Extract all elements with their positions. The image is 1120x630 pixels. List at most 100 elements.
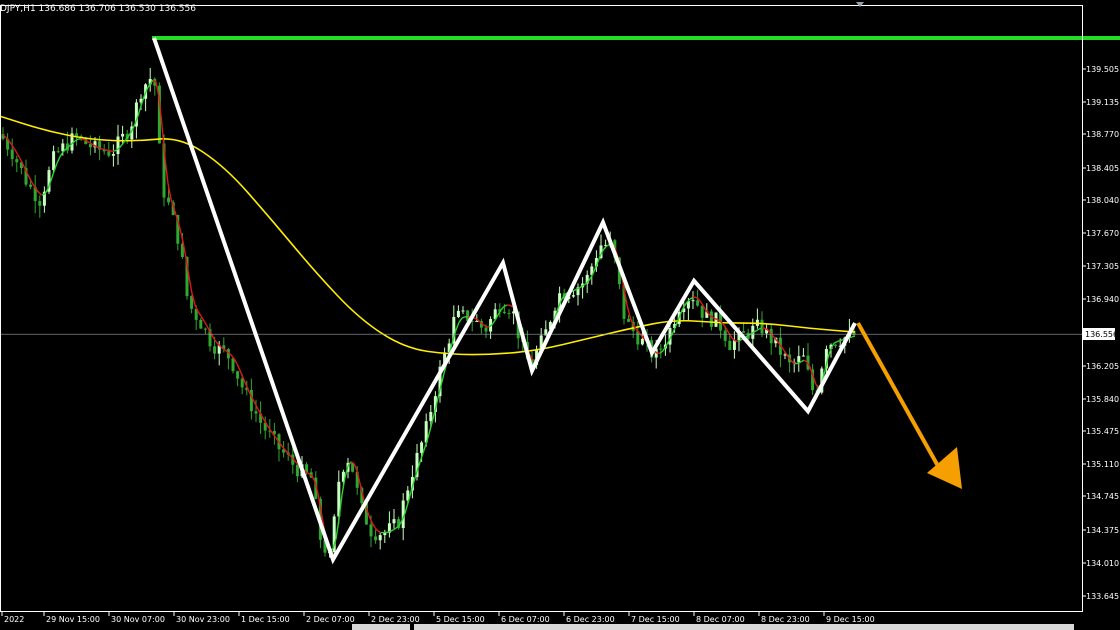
candle-body — [231, 358, 235, 372]
candle-body — [461, 310, 465, 312]
candle-body — [29, 184, 33, 187]
fast-ma-segment — [500, 306, 505, 311]
fast-ma-segment — [74, 138, 79, 142]
forecast-arrow — [856, 322, 962, 489]
price-tick-label: 139.505 — [1086, 65, 1119, 74]
candle-body — [10, 149, 14, 160]
fast-ma-segment — [104, 149, 109, 152]
fast-ma-segment — [215, 341, 220, 346]
candle-body — [627, 318, 631, 322]
price-chart[interactable]: 139.505 139.135 138.770 138.405 138.040 137.6… — [0, 0, 1120, 630]
fast-ma-segment — [392, 527, 397, 531]
price-tick-label: 136.205 — [1086, 362, 1119, 371]
candle-body — [15, 159, 19, 163]
time-tick-label: 5 Dec 15:00 — [436, 615, 485, 624]
fast-ma-segment — [8, 140, 13, 146]
candle-body — [369, 524, 373, 537]
candle-body — [213, 346, 217, 354]
candle-body — [167, 197, 171, 203]
price-tick-label: 135.475 — [1086, 427, 1119, 436]
time-axis: 2022 29 Nov 15:00 30 Nov 07:00 30 Nov 23:00… — [1, 611, 875, 624]
fast-ma-segment — [572, 288, 577, 292]
fast-ma-segment — [197, 311, 202, 317]
fast-ma-segment — [14, 149, 19, 156]
price-tick-label: 133.645 — [1086, 592, 1119, 601]
candle-body — [507, 312, 511, 314]
time-tick-label: 30 Nov 07:00 — [111, 615, 165, 624]
price-tick-label: 136.940 — [1086, 295, 1119, 304]
fast-ma-segment — [119, 142, 124, 148]
time-tick-label: 30 Nov 23:00 — [176, 615, 230, 624]
fast-ma-segment — [203, 320, 208, 327]
candle-body — [429, 411, 433, 422]
fast-ma-segment — [17, 154, 22, 161]
chart-shift-marker-icon[interactable] — [856, 2, 864, 7]
price-tick-label: 135.840 — [1086, 395, 1119, 404]
fast-moving-average-line — [2, 79, 856, 551]
price-tick-label: 138.040 — [1086, 196, 1119, 205]
fast-ma-segment — [458, 317, 463, 323]
fast-ma-segment — [833, 341, 838, 344]
candle-body — [571, 295, 575, 297]
fast-ma-segment — [713, 317, 718, 321]
fast-ma-segment — [695, 296, 700, 301]
candle-body — [75, 133, 79, 137]
fast-ma-segment — [284, 449, 289, 454]
fast-ma-segment — [269, 429, 274, 435]
fast-ma-segment — [137, 105, 142, 117]
candle-body — [61, 143, 65, 152]
candle-body — [420, 442, 424, 453]
price-tick-label: 134.010 — [1086, 559, 1119, 568]
zigzag-pattern-line — [152, 37, 857, 565]
fast-ma-segment — [422, 443, 427, 454]
fast-ma-segment — [101, 148, 106, 151]
price-tick-label: 135.110 — [1086, 460, 1119, 469]
price-tick-label: 138.405 — [1086, 164, 1119, 173]
candle-body — [254, 411, 258, 414]
price-axis: 139.505 139.135 138.770 138.405 138.040 137.6… — [1082, 65, 1119, 601]
horizontal-scrollbar-right[interactable] — [414, 624, 1074, 630]
candle-body — [700, 305, 704, 318]
fast-ma-segment — [80, 138, 85, 141]
time-tick-label: 29 Nov 15:00 — [46, 615, 100, 624]
fast-ma-segment — [86, 140, 91, 144]
forecast-arrow-shaft — [856, 322, 942, 471]
fast-ma-segment — [755, 328, 760, 332]
fast-ma-segment — [839, 339, 844, 342]
candle-body — [116, 136, 120, 155]
time-tick-label: 6 Dec 07:00 — [501, 615, 550, 624]
candle-body — [640, 338, 644, 345]
fast-ma-segment — [461, 316, 466, 319]
fast-ma-segment — [38, 192, 43, 196]
fast-ma-segment — [431, 410, 436, 423]
current-price-label: 136.556 — [1085, 330, 1118, 339]
candle-body — [107, 151, 111, 156]
fast-ma-segment — [386, 530, 391, 534]
candle-body — [52, 151, 56, 171]
candle-body — [203, 328, 207, 330]
price-tick-label: 134.375 — [1086, 526, 1119, 535]
candle-body — [691, 300, 695, 302]
candle-body — [121, 133, 125, 137]
horizontal-scrollbar-left[interactable] — [352, 624, 410, 630]
candle-body — [199, 319, 203, 329]
time-tick-label: 2 Dec 23:00 — [371, 615, 420, 624]
candle-body — [38, 201, 42, 206]
candle-body — [801, 355, 805, 357]
time-tick-label: 6 Dec 23:00 — [566, 615, 615, 624]
fast-ma-segment — [722, 323, 727, 329]
candle-body — [295, 464, 299, 477]
candle-body — [111, 154, 115, 156]
fast-ma-segment — [800, 359, 805, 363]
fast-ma-segment — [836, 340, 841, 343]
price-tick-label: 137.305 — [1086, 262, 1119, 271]
candle-body — [475, 321, 479, 323]
candle-body — [392, 519, 396, 524]
time-tick-label: 2 Dec 07:00 — [306, 615, 355, 624]
candle-body — [374, 536, 378, 541]
candle-body — [56, 151, 60, 153]
fast-ma-segment — [146, 83, 151, 90]
candle-body — [709, 311, 713, 327]
fast-ma-segment — [353, 463, 358, 472]
chart-window[interactable]: 139.505 139.135 138.770 138.405 138.040 137.6… — [0, 0, 1120, 630]
